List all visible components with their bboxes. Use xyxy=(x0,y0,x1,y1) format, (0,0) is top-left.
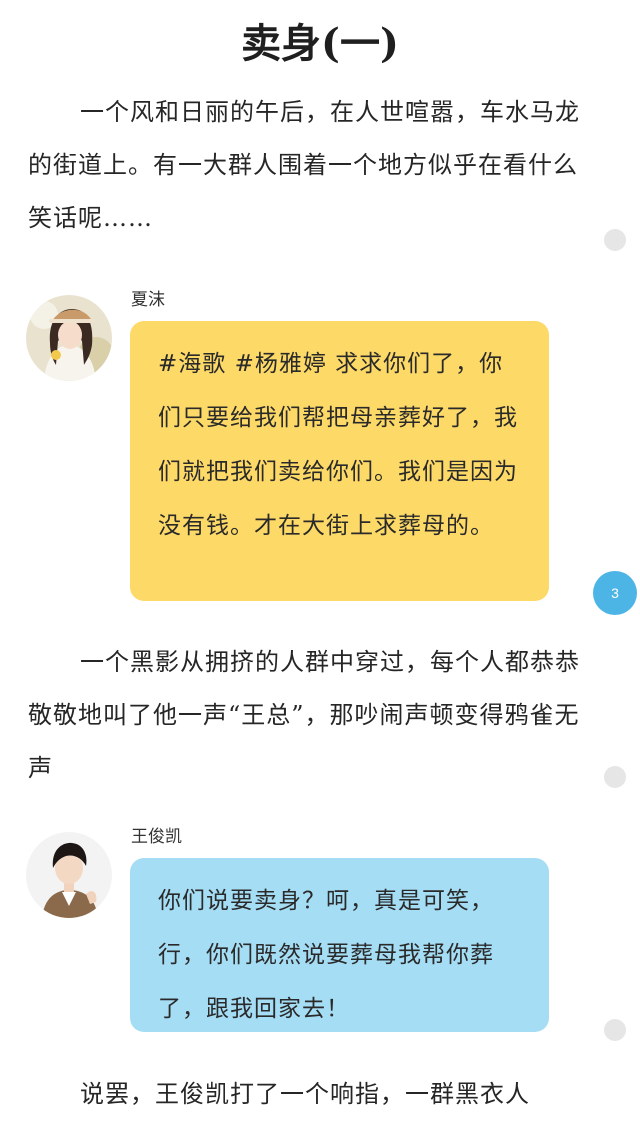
speaker-name: 夏沫 xyxy=(131,290,165,310)
speech-bubble: 你们说要卖身？呵，真是可笑，行，你们既然说要葬母我帮你葬了，跟我回家去！ xyxy=(130,858,549,1032)
comment-count-badge[interactable]: 3 xyxy=(593,571,637,615)
paragraph-comment-dot[interactable] xyxy=(604,229,626,251)
paragraph-comment-dot[interactable] xyxy=(604,766,626,788)
speech-bubble: #海歌 #杨雅婷 求求你们了，你们只要给我们帮把母亲葬好了，我们就把我们卖给你们… xyxy=(130,321,549,601)
narration-paragraph: 一个黑影从拥挤的人群中穿过，每个人都恭恭敬敬地叫了他一声“王总”，那吵闹声顿变得… xyxy=(28,648,580,782)
speaker-name: 王俊凯 xyxy=(131,827,182,847)
narration-paragraph: 一个风和日丽的午后，在人世喧嚣，车水马龙的街道上。有一大群人围着一个地方似乎在看… xyxy=(28,98,580,232)
narration-paragraph: 说罢，王俊凯打了一个响指，一群黑衣人 xyxy=(80,1080,530,1108)
avatar-xiamo[interactable] xyxy=(26,295,112,381)
paragraph-comment-dot[interactable] xyxy=(604,1019,626,1041)
article-title: 卖身(一) xyxy=(241,20,399,67)
avatar-wangjunkai[interactable] xyxy=(26,832,112,918)
